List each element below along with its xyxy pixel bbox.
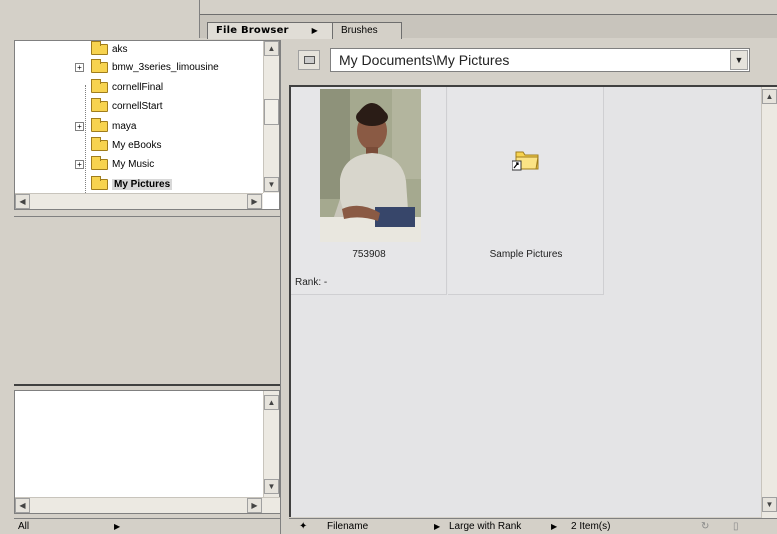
thumbnail-item[interactable]: 753908 Rank: - [291, 87, 447, 295]
item-count: 2 Item(s) [571, 521, 611, 532]
music-folder-icon [91, 155, 108, 170]
expand-icon[interactable]: + [75, 159, 84, 169]
expand-icon[interactable]: + [75, 62, 84, 72]
expand-icon[interactable]: + [75, 121, 84, 131]
tree-item[interactable]: + My Music [75, 155, 155, 172]
tab-file-browser[interactable]: File Browser ▶ [207, 22, 333, 39]
tab-brushes-label: Brushes [341, 25, 378, 36]
rotate-icon[interactable]: ↻ [701, 519, 709, 534]
tab-brushes[interactable]: Brushes [332, 22, 402, 39]
metadata-horizontal-scrollbar[interactable]: ◀ ▶ [15, 497, 281, 513]
metadata-vertical-scrollbar[interactable]: ▲ ▼ [263, 391, 279, 497]
folder-icon [91, 136, 108, 151]
scroll-down-icon[interactable]: ▼ [264, 479, 279, 494]
thumbnail-item[interactable]: Sample Pictures [448, 87, 604, 295]
scroll-down-icon[interactable]: ▼ [762, 497, 777, 512]
folder-tree-panel: aks + bmw_3series_limousine cornellFinal… [14, 40, 280, 210]
tree-item-label: cornellFinal [112, 81, 164, 93]
scroll-up-icon[interactable]: ▲ [762, 89, 777, 104]
tree-item[interactable]: + bmw_3series_limousine [75, 58, 219, 75]
scroll-up-icon[interactable]: ▲ [264, 395, 279, 410]
folder-icon [91, 117, 108, 132]
folder-icon [91, 97, 108, 112]
folder-icon [91, 40, 108, 55]
view-label[interactable]: Large with Rank [449, 519, 521, 534]
tree-item-label: My eBooks [112, 139, 162, 151]
panel-splitter[interactable] [280, 40, 288, 534]
tree-horizontal-scrollbar[interactable]: ◀ ▶ [15, 193, 263, 209]
browser-vertical-scrollbar[interactable]: ▲ ▼ [761, 87, 777, 519]
up-folder-icon [304, 56, 315, 64]
tree-item-label: My Music [112, 158, 155, 170]
tree-item[interactable]: cornellStart [91, 97, 163, 114]
scroll-left-icon[interactable]: ◀ [15, 498, 30, 513]
photo-thumbnail [320, 89, 421, 242]
up-folder-button[interactable] [298, 50, 320, 70]
sort-menu-arrow-icon[interactable]: ▶ [434, 519, 440, 534]
path-value: My Documents\My Pictures [339, 52, 510, 68]
tree-item-label: bmw_3series_limousine [112, 61, 219, 73]
pictures-folder-icon [91, 175, 108, 190]
tree-item-selected[interactable]: My Pictures [91, 175, 173, 192]
path-bar: My Documents\My Pictures ▼ [290, 42, 777, 80]
tab-strip: File Browser ▶ Brushes [0, 0, 777, 39]
tab-file-browser-label: File Browser [216, 25, 289, 36]
thumbnail-caption: Sample Pictures [489, 249, 563, 260]
tab-menu-arrow-icon[interactable]: ▶ [312, 23, 318, 39]
metadata-panel: ▲ ▼ ◀ ▶ [14, 390, 281, 514]
tree-item[interactable]: + maya [75, 117, 137, 134]
left-status-bar: All ▶ [14, 518, 280, 534]
scroll-right-icon[interactable]: ▶ [247, 194, 262, 209]
browser-status-bar: ✦ Filename ▶ Large with Rank ▶ 2 Item(s)… [289, 518, 777, 534]
tree-connector-line [85, 85, 86, 205]
tree-item-label: cornellStart [112, 100, 163, 112]
scroll-thumb[interactable] [264, 99, 279, 125]
scroll-down-icon[interactable]: ▼ [264, 177, 279, 192]
scroll-left-icon[interactable]: ◀ [15, 194, 30, 209]
preview-panel [14, 216, 280, 386]
tree-vertical-scrollbar[interactable]: ▲ ▼ [263, 41, 279, 193]
scroll-up-icon[interactable]: ▲ [264, 41, 279, 56]
filter-menu-arrow-icon[interactable]: ▶ [114, 519, 120, 534]
filter-label[interactable]: All [18, 519, 29, 534]
trash-icon[interactable]: ▯ [733, 519, 739, 534]
tree-item-label: My Pictures [112, 178, 173, 190]
flag-icon[interactable]: ✦ [299, 519, 307, 534]
sort-label[interactable]: Filename [327, 519, 368, 534]
tree-item-label: maya [112, 120, 137, 132]
folder-icon [91, 58, 108, 73]
scroll-right-icon[interactable]: ▶ [247, 498, 262, 513]
rank-label[interactable]: Rank: - [295, 277, 327, 288]
thumbnail-caption: 753908 [352, 249, 386, 260]
tree-item-label: aks [112, 43, 128, 55]
view-menu-arrow-icon[interactable]: ▶ [551, 519, 557, 534]
folder-icon [91, 78, 108, 93]
thumbnail-browser: 753908 Rank: - Sample Pictures ▲ ▼ [289, 85, 777, 519]
path-dropdown[interactable]: My Documents\My Pictures ▼ [330, 48, 750, 72]
tree-item[interactable]: cornellFinal [91, 78, 164, 95]
tree-item[interactable]: My eBooks [91, 136, 162, 153]
tab-strip-left [0, 0, 200, 38]
folder-shortcut-icon [512, 151, 539, 171]
chevron-down-icon[interactable]: ▼ [730, 50, 748, 70]
tree-item[interactable]: aks [91, 40, 128, 57]
